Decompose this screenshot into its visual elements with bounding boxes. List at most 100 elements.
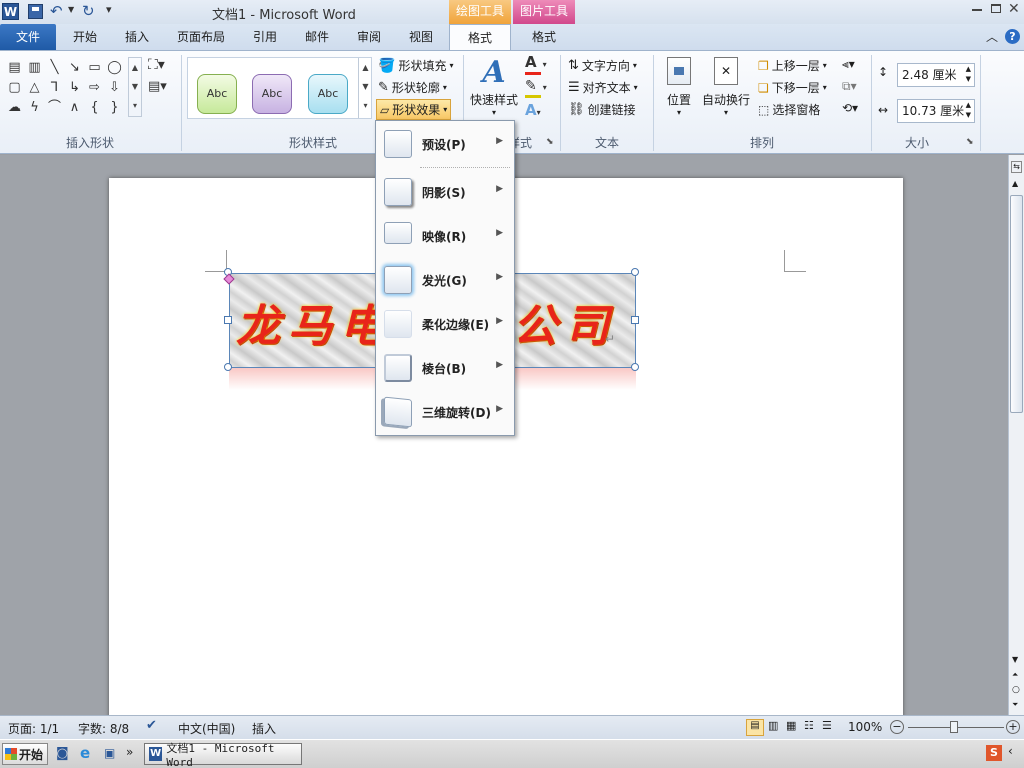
shape-fill-button[interactable]: 🪣 形状填充 ▾ <box>378 57 453 74</box>
text-direction-button[interactable]: ⇅ 文字方向 ▾ <box>568 57 637 74</box>
elbow-arrow-icon[interactable]: ↳ <box>66 79 83 96</box>
align-text-button[interactable]: ☰ 对齐文本 ▾ <box>568 79 638 96</box>
proofing-icon[interactable]: ✔ <box>146 718 157 733</box>
height-input[interactable]: 2.48 厘米 ▲ ▼ <box>897 63 975 87</box>
size-launcher-icon[interactable]: ⬊ <box>966 137 974 147</box>
resize-handle-tr[interactable] <box>631 268 639 276</box>
resize-handle-left[interactable] <box>224 316 232 324</box>
curve-icon[interactable]: ⌒ <box>46 99 63 116</box>
draft-view-icon[interactable]: ☰ <box>822 719 832 732</box>
menu-item-3d-rotation[interactable]: 三维旋转(D) ▶ <box>379 392 511 432</box>
scroll-thumb[interactable] <box>1010 195 1023 413</box>
web-layout-icon[interactable]: ▦ <box>786 719 796 732</box>
shape-outline-button[interactable]: ✎ 形状轮廓 ▾ <box>378 79 447 96</box>
resize-handle-bl[interactable] <box>224 363 232 371</box>
browse-object-icon[interactable]: ○ <box>1012 685 1020 695</box>
send-backward-button[interactable]: ❏ 下移一层 ▾ <box>758 79 827 96</box>
edit-shape-icon[interactable]: ⛶▾ <box>148 57 165 73</box>
menu-item-glow[interactable]: 发光(G) ▶ <box>379 260 511 300</box>
height-spinner[interactable]: ▲ ▼ <box>966 64 971 84</box>
print-layout-icon[interactable]: ▤ <box>746 719 764 736</box>
create-link-button[interactable]: ⛓ 创建链接 <box>568 101 636 118</box>
insert-mode[interactable]: 插入 <box>252 720 276 737</box>
rotate-icon[interactable]: ⟲▾ <box>842 101 858 115</box>
shape-effects-button[interactable]: ▱ 形状效果 ▾ <box>376 99 452 120</box>
language-status[interactable]: 中文(中国) <box>178 720 235 737</box>
text-box-icon[interactable]: ▤ <box>6 59 23 76</box>
right-brace-icon[interactable]: } <box>106 99 123 116</box>
taskbar-word-window[interactable]: W 文档1 - Microsoft Word <box>144 742 302 768</box>
group-icon[interactable]: ⧉▾ <box>842 79 857 94</box>
zoom-out-icon[interactable]: − <box>890 720 904 734</box>
tab-mailings[interactable]: 邮件 <box>296 24 338 50</box>
vertical-scrollbar[interactable]: ⇆ ▲ ▼ ⏶ ○ ⏷ <box>1008 155 1024 715</box>
width-spinner[interactable]: ▲ ▼ <box>966 100 971 120</box>
down-arrow-icon[interactable]: ⇩ <box>106 79 123 96</box>
quicklaunch-ie-icon[interactable]: e <box>80 744 90 762</box>
triangle-icon[interactable]: △ <box>26 79 43 96</box>
quick-styles-button[interactable]: A 快速样式 ▾ <box>468 55 520 119</box>
menu-item-bevel[interactable]: 棱台(B) ▶ <box>379 348 511 388</box>
start-button[interactable]: 开始 <box>2 743 48 765</box>
align-icon[interactable]: ⫷▾ <box>842 57 855 72</box>
vertical-text-box-icon[interactable]: ▥ <box>26 59 43 76</box>
tab-format-drawing[interactable]: 格式 <box>449 24 511 51</box>
next-page-icon[interactable]: ⏷ <box>1012 700 1018 710</box>
position-button[interactable]: 位置 ▾ <box>660 57 698 117</box>
arrow-line-icon[interactable]: ↘ <box>66 59 83 76</box>
scroll-up-icon[interactable]: ▲ <box>1012 179 1018 188</box>
elbow-connector-icon[interactable]: ⅂ <box>46 79 63 96</box>
tab-format-picture[interactable]: 格式 <box>513 24 575 50</box>
scroll-down-icon[interactable]: ▼ <box>1012 655 1018 664</box>
redo-icon[interactable]: ↻ <box>82 2 95 20</box>
wrap-text-button[interactable]: ✕ 自动换行 ▾ <box>700 57 752 117</box>
save-icon[interactable] <box>28 4 43 19</box>
freeform-icon[interactable]: ∧ <box>66 99 83 116</box>
tab-insert[interactable]: 插入 <box>116 24 158 50</box>
resize-handle-br[interactable] <box>631 363 639 371</box>
left-brace-icon[interactable]: { <box>86 99 103 116</box>
rounded-rectangle-icon[interactable]: ▢ <box>6 79 23 96</box>
tab-review[interactable]: 审阅 <box>348 24 390 50</box>
line-shape-icon[interactable]: ╲ <box>46 59 63 76</box>
menu-item-soft-edges[interactable]: 柔化边缘(E) ▶ <box>379 304 511 344</box>
page-count[interactable]: 页面: 1/1 <box>8 720 59 737</box>
selection-pane-button[interactable]: ⬚ 选择窗格 <box>758 101 820 118</box>
zoom-level[interactable]: 100% <box>848 720 882 734</box>
full-screen-reading-icon[interactable]: ▥ <box>768 719 778 732</box>
resize-handle-right[interactable] <box>631 316 639 324</box>
menu-item-preset[interactable]: 预设(P) ▶ <box>379 124 511 164</box>
styles-scroll[interactable]: ▲ ▼ ▾ <box>358 58 372 118</box>
tab-page-layout[interactable]: 页面布局 <box>170 24 232 50</box>
tab-view[interactable]: 视图 <box>400 24 442 50</box>
right-arrow-icon[interactable]: ⇨ <box>86 79 103 96</box>
quicklaunch-media-icon[interactable]: ▣ <box>104 746 115 760</box>
tab-file[interactable]: 文件 <box>0 24 56 50</box>
draw-text-box-icon[interactable]: ▤▾ <box>148 79 167 94</box>
menu-item-reflection[interactable]: 映像(R) ▶ <box>379 216 511 256</box>
style-green-button[interactable]: Abc <box>197 74 237 114</box>
tray-ime-icon[interactable]: S <box>986 745 1002 761</box>
word-count[interactable]: 字数: 8/8 <box>78 720 129 737</box>
ruler-toggle-icon[interactable]: ⇆ <box>1011 161 1022 173</box>
undo-dropdown-icon[interactable]: ▼ <box>68 5 74 14</box>
style-purple-button[interactable]: Abc <box>252 74 292 114</box>
cloud-icon[interactable]: ☁ <box>6 99 23 116</box>
close-icon[interactable]: ✕ <box>1008 1 1020 17</box>
zoom-slider-thumb[interactable] <box>950 721 958 733</box>
text-fill-icon[interactable]: A ▾ <box>525 55 547 75</box>
tray-expand-icon[interactable]: ‹ <box>1008 744 1013 758</box>
word-app-icon[interactable]: W <box>2 3 19 20</box>
minimize-icon[interactable] <box>972 9 982 11</box>
oval-icon[interactable]: ◯ <box>106 59 123 76</box>
prev-page-icon[interactable]: ⏶ <box>1012 670 1018 680</box>
bring-forward-button[interactable]: ❐ 上移一层 ▾ <box>758 57 827 74</box>
tab-home[interactable]: 开始 <box>64 24 106 50</box>
qat-customize-icon[interactable]: ▾ <box>106 3 112 16</box>
collapse-ribbon-icon[interactable]: ︿ <box>986 28 998 45</box>
text-effects-icon[interactable]: A▾ <box>525 101 541 119</box>
tab-references[interactable]: 引用 <box>244 24 286 50</box>
art-styles-launcher-icon[interactable]: ⬊ <box>546 137 554 147</box>
help-icon[interactable]: ? <box>1005 29 1020 44</box>
restore-icon[interactable] <box>991 4 1001 13</box>
